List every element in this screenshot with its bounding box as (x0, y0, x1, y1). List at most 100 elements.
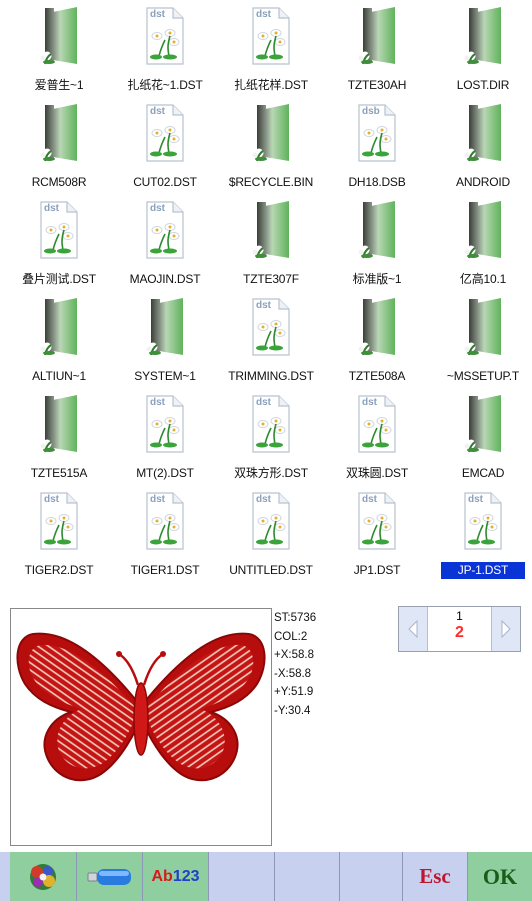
file-name: JP-1.DST (441, 562, 525, 579)
file-name: MAOJIN.DST (129, 272, 201, 286)
file-item[interactable]: dst 双珠方形.DST (218, 388, 324, 485)
file-item[interactable]: dsb DH18.DSB (324, 97, 430, 194)
ok-label: OK (482, 863, 518, 889)
folder-item[interactable]: TZTE30AH (324, 0, 430, 97)
svg-text:dst: dst (362, 397, 378, 408)
dst-file-icon: dst (251, 491, 291, 551)
file-item[interactable]: dst 叠片测试.DST (6, 194, 112, 291)
file-name: 扎纸花样.DST (234, 78, 308, 92)
folder-item[interactable]: $RECYCLE.BIN (218, 97, 324, 194)
folder-item[interactable]: LOST.DIR (430, 0, 532, 97)
file-item[interactable]: dst JP-1.DST (430, 485, 532, 582)
folder-item[interactable]: ANDROID (430, 97, 532, 194)
file-item[interactable]: dst MT(2).DST (112, 388, 218, 485)
svg-text:dst: dst (150, 397, 166, 408)
folder-item[interactable]: ~MSSETUP.T (430, 291, 532, 388)
dst-file-icon: dst (145, 491, 185, 551)
text-input-button[interactable]: Ab123 (143, 852, 209, 901)
file-item[interactable]: dst TIGER1.DST (112, 485, 218, 582)
file-item[interactable]: dst 双珠圆.DST (324, 388, 430, 485)
folder-item[interactable]: ALTIUN~1 (6, 291, 112, 388)
folder-item[interactable]: 亿高10.1 (430, 194, 532, 291)
design-preview (10, 608, 272, 846)
ok-button[interactable]: OK (468, 852, 532, 901)
file-item[interactable]: dst 扎纸花样.DST (218, 0, 324, 97)
toolbar-slot-5[interactable] (275, 852, 340, 901)
folder-item[interactable]: TZTE307F (218, 194, 324, 291)
file-name: TZTE515A (30, 466, 88, 480)
plus-y-extent: +Y:51.9 (274, 686, 314, 699)
file-item[interactable]: dst CUT02.DST (112, 97, 218, 194)
file-name: RCM508R (31, 175, 87, 189)
file-name: SYSTEM~1 (134, 369, 196, 383)
file-item[interactable]: dst TIGER2.DST (6, 485, 112, 582)
dst-file-icon: dst (145, 6, 185, 66)
file-name: EMCAD (461, 466, 505, 480)
dst-file-icon: dst (251, 394, 291, 454)
next-page-button[interactable] (491, 607, 520, 651)
file-item[interactable]: dst UNTITLED.DST (218, 485, 324, 582)
svg-text:dst: dst (256, 9, 272, 20)
dst-file-icon: dst (145, 200, 185, 260)
file-name: MT(2).DST (136, 466, 194, 480)
file-name: 扎纸花~1.DST (127, 78, 203, 92)
file-name: 标准版~1 (352, 272, 402, 286)
svg-text:dst: dst (150, 203, 166, 214)
folder-item[interactable]: TZTE515A (6, 388, 112, 485)
text-123-label: 123 (172, 867, 200, 885)
folder-icon (39, 394, 79, 454)
folder-item[interactable]: 标准版~1 (324, 194, 430, 291)
file-name: CUT02.DST (133, 175, 197, 189)
toolbar-slot-6[interactable] (340, 852, 403, 901)
file-name: 亿高10.1 (459, 272, 507, 286)
esc-label: Esc (419, 864, 451, 888)
folder-item[interactable]: 爱普生~1 (6, 0, 112, 97)
file-name: 双珠圆.DST (346, 466, 408, 480)
file-item[interactable]: dst JP1.DST (324, 485, 430, 582)
flower-pattern-icon (30, 863, 56, 890)
file-item[interactable]: dst MAOJIN.DST (112, 194, 218, 291)
svg-text:dst: dst (362, 494, 378, 505)
design-stats: ST:5736 COL:2 +X:58.8 -X:58.8 +Y:51.9 -Y… (274, 609, 316, 721)
file-name: ALTIUN~1 (32, 369, 86, 383)
bottom-toolbar: Ab123 Esc OK (0, 852, 532, 901)
svg-text:dst: dst (256, 494, 272, 505)
dst-file-icon: dst (39, 200, 79, 260)
minus-x-extent: -X:58.8 (274, 667, 312, 680)
folder-icon (463, 394, 503, 454)
file-name: TIGER1.DST (130, 563, 200, 577)
folder-icon (357, 200, 397, 260)
file-name: DH18.DSB (348, 175, 406, 189)
file-item[interactable]: dst 扎纸花~1.DST (112, 0, 218, 97)
esc-button[interactable]: Esc (403, 852, 468, 901)
file-name: UNTITLED.DST (229, 563, 313, 577)
folder-item[interactable]: RCM508R (6, 97, 112, 194)
svg-text:dst: dst (44, 203, 60, 214)
file-grid: 爱普生~1 dst 扎纸花~1.DST dst 扎纸花样.DST TZTE30AH LOST… (0, 0, 532, 584)
folder-item[interactable]: EMCAD (430, 388, 532, 485)
usb-button[interactable] (77, 852, 143, 901)
svg-text:dst: dst (150, 494, 166, 505)
pattern-button[interactable] (10, 852, 77, 901)
folder-item[interactable]: TZTE508A (324, 291, 430, 388)
folder-item[interactable]: SYSTEM~1 (112, 291, 218, 388)
butterfly-embroidery-image (16, 632, 266, 782)
svg-text:dst: dst (468, 494, 484, 505)
page-selector: 1 2 (398, 606, 521, 652)
file-name: TRIMMING.DST (228, 369, 314, 383)
folder-icon (463, 103, 503, 163)
folder-icon (39, 6, 79, 66)
file-name: 双珠方形.DST (234, 466, 308, 480)
folder-icon (463, 297, 503, 357)
toolbar-slot-4[interactable] (209, 852, 275, 901)
folder-icon (39, 297, 79, 357)
folder-icon (357, 6, 397, 66)
prev-page-button[interactable] (399, 607, 428, 651)
file-name: $RECYCLE.BIN (228, 175, 314, 189)
file-item[interactable]: dst TRIMMING.DST (218, 291, 324, 388)
dst-file-icon: dst (357, 491, 397, 551)
folder-icon (251, 103, 291, 163)
stitch-count: ST:5736 (274, 612, 317, 624)
total-pages: 2 (455, 624, 464, 641)
svg-text:dst: dst (44, 494, 60, 505)
